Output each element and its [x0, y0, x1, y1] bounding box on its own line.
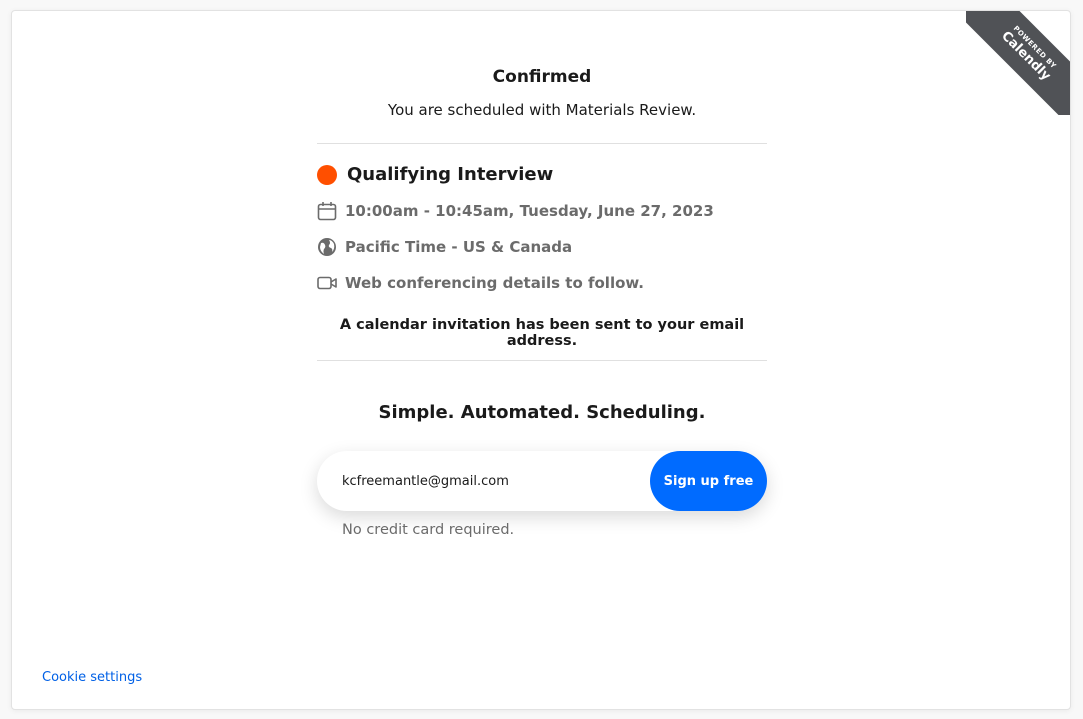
event-location: Web conferencing details to follow.	[345, 274, 644, 292]
globe-icon	[317, 237, 337, 257]
event-time-row: 10:00am - 10:45am, Tuesday, June 27, 202…	[317, 201, 714, 221]
sign-up-free-button[interactable]: Sign up free	[650, 451, 767, 511]
powered-by-calendly-badge[interactable]: POWERED BY Calendly	[966, 11, 1070, 115]
divider-top	[317, 143, 767, 144]
event-time: 10:00am - 10:45am, Tuesday, June 27, 202…	[345, 202, 714, 220]
event-timezone-row: Pacific Time - US & Canada	[317, 237, 572, 257]
promo-title: Simple. Automated. Scheduling.	[378, 402, 706, 423]
event-location-row: Web conferencing details to follow.	[317, 273, 644, 293]
divider-bottom	[317, 360, 767, 361]
calendar-icon	[317, 201, 337, 221]
badge-ribbon: POWERED BY Calendly	[966, 11, 1070, 115]
email-input[interactable]	[342, 451, 642, 511]
confirmation-card: POWERED BY Calendly Confirmed You are sc…	[11, 10, 1071, 710]
no-credit-card-note: No credit card required.	[342, 522, 515, 538]
event-name: Qualifying Interview	[347, 164, 554, 185]
page-subtitle: You are scheduled with Materials Review.	[387, 101, 697, 119]
video-camera-icon	[317, 273, 337, 293]
cookie-settings-link[interactable]: Cookie settings	[42, 670, 142, 685]
event-title-row: Qualifying Interview	[317, 164, 553, 185]
page-title: Confirmed	[492, 67, 592, 87]
signup-form: Sign up free	[317, 451, 767, 511]
event-timezone: Pacific Time - US & Canada	[345, 238, 573, 256]
event-color-dot	[317, 164, 337, 185]
invitation-sent-note: A calendar invitation has been sent to y…	[339, 317, 745, 349]
